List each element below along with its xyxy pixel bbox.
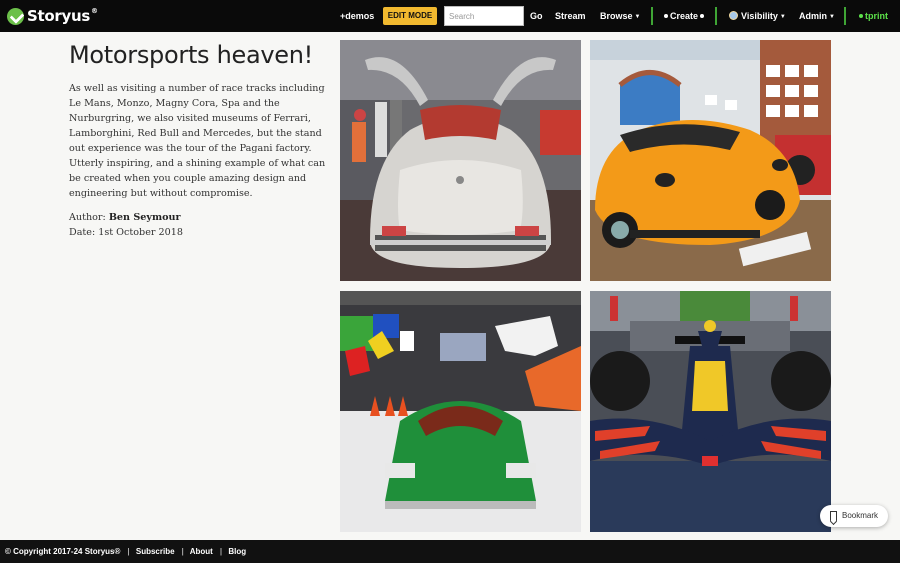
logo-check-icon [7, 7, 24, 25]
subscribe-link[interactable]: Subscribe [136, 547, 175, 556]
lamborghini-countach-photo[interactable] [340, 291, 581, 532]
user-menu[interactable]: tprint [857, 0, 888, 32]
about-link[interactable]: About [190, 547, 213, 556]
footer: © Copyright 2017-24 Storyus® | Subscribe |… [0, 540, 900, 563]
nav-divider [844, 7, 846, 25]
article-title: Motorsports heaven! [69, 41, 313, 69]
article-body: As well as visiting a number of race tra… [69, 83, 326, 199]
globe-icon [729, 11, 738, 20]
chevron-down-icon: ▼ [829, 14, 835, 20]
stream-link[interactable]: Stream [555, 0, 586, 32]
visibility-menu[interactable]: Visibility ▼ [729, 0, 786, 32]
demos-link[interactable]: +demos [340, 0, 374, 32]
bookmark-button[interactable]: Bookmark [820, 505, 888, 527]
copyright-text: © Copyright 2017-24 Storyus® [5, 547, 121, 556]
edit-mode-button[interactable]: EDIT MODE [383, 7, 437, 25]
author-line: Author: Ben Seymour [69, 212, 181, 223]
go-button[interactable]: Go [530, 0, 543, 32]
pagani-zonda-photo[interactable] [590, 40, 831, 281]
nav-divider [651, 7, 653, 25]
storyus-logo[interactable]: Storyus® [7, 6, 98, 26]
blog-link[interactable]: Blog [228, 547, 246, 556]
dot-icon [664, 14, 668, 18]
online-status-icon [859, 14, 863, 18]
top-nav-bar: Storyus® +demos EDIT MODE Go Stream Brow… [0, 0, 900, 32]
dot-icon [700, 14, 705, 18]
create-menu[interactable]: Create [662, 0, 706, 32]
date-line: Date: 1st October 2018 [69, 227, 183, 238]
nav-divider [715, 7, 717, 25]
mercedes-gullwing-photo[interactable] [340, 40, 581, 281]
author-name: Ben Seymour [108, 212, 181, 223]
search-input[interactable] [444, 6, 524, 26]
bookmark-icon [830, 511, 837, 521]
admin-menu[interactable]: Admin ▼ [799, 0, 835, 32]
chevron-down-icon: ▼ [779, 14, 786, 20]
red-bull-f1-photo[interactable] [590, 291, 831, 532]
logo-text: Storyus® [27, 7, 98, 25]
chevron-down-icon: ▼ [634, 14, 641, 20]
browse-menu[interactable]: Browse ▼ [600, 0, 640, 32]
